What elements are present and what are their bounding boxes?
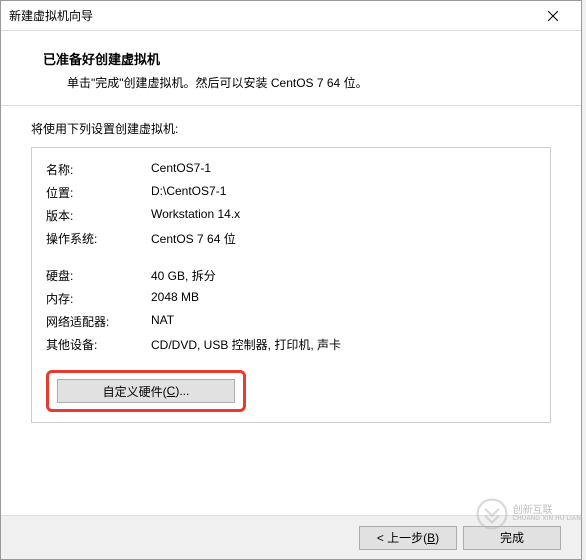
- row-label: 网络适配器:: [46, 313, 151, 330]
- row-value: Workstation 14.x: [151, 207, 240, 224]
- row-value: NAT: [151, 313, 174, 330]
- summary-row: 位置: D:\CentOS7-1: [46, 181, 536, 204]
- watermark-text: 创新互联 CHUANG XIN HU LIAN: [513, 505, 581, 523]
- window-title: 新建虚拟机向导: [9, 7, 93, 24]
- settings-summary-box: 名称: CentOS7-1 位置: D:\CentOS7-1 版本: Works…: [31, 147, 551, 423]
- watermark-logo-icon: [475, 497, 509, 531]
- btn-hotkey: C: [167, 384, 176, 398]
- btn-prefix: 自定义硬件(: [103, 383, 167, 400]
- content-area: 将使用下列设置创建虚拟机: 名称: CentOS7-1 位置: D:\CentO…: [1, 106, 581, 433]
- wizard-window: 新建虚拟机向导 已准备好创建虚拟机 单击"完成"创建虚拟机。然后可以安装 Cen…: [0, 0, 582, 560]
- customize-hardware-button[interactable]: 自定义硬件(C)...: [57, 379, 235, 403]
- spacer: [46, 250, 536, 264]
- titlebar: 新建虚拟机向导: [1, 1, 581, 31]
- row-value: D:\CentOS7-1: [151, 184, 226, 201]
- summary-row: 内存: 2048 MB: [46, 287, 536, 310]
- watermark-brand-cn: 创新互联: [513, 505, 581, 516]
- intro-text: 将使用下列设置创建虚拟机:: [31, 120, 551, 137]
- row-value: 2048 MB: [151, 290, 199, 307]
- header-section: 已准备好创建虚拟机 单击"完成"创建虚拟机。然后可以安装 CentOS 7 64…: [1, 31, 581, 105]
- page-subtitle: 单击"完成"创建虚拟机。然后可以安装 CentOS 7 64 位。: [43, 74, 539, 91]
- row-value: CD/DVD, USB 控制器, 打印机, 声卡: [151, 336, 341, 353]
- summary-row: 版本: Workstation 14.x: [46, 204, 536, 227]
- watermark-brand-en: CHUANG XIN HU LIAN: [513, 516, 581, 523]
- page-title: 已准备好创建虚拟机: [43, 49, 539, 68]
- row-label: 名称:: [46, 161, 151, 178]
- watermark: 创新互联 CHUANG XIN HU LIAN: [475, 497, 581, 531]
- row-value: CentOS 7 64 位: [151, 230, 236, 247]
- row-label: 操作系统:: [46, 230, 151, 247]
- summary-row: 其他设备: CD/DVD, USB 控制器, 打印机, 声卡: [46, 333, 536, 356]
- row-label: 位置:: [46, 184, 151, 201]
- row-value: 40 GB, 拆分: [151, 267, 216, 284]
- btn-prefix: < 上一步(: [377, 529, 427, 546]
- row-label: 其他设备:: [46, 336, 151, 353]
- summary-row: 网络适配器: NAT: [46, 310, 536, 333]
- btn-hotkey: B: [427, 531, 435, 545]
- summary-row: 名称: CentOS7-1: [46, 158, 536, 181]
- btn-suffix: )...: [175, 384, 189, 398]
- back-button[interactable]: < 上一步(B): [359, 526, 457, 550]
- close-button[interactable]: [533, 2, 573, 30]
- row-label: 内存:: [46, 290, 151, 307]
- row-value: CentOS7-1: [151, 161, 211, 178]
- btn-suffix: ): [435, 531, 439, 545]
- summary-row: 硬盘: 40 GB, 拆分: [46, 264, 536, 287]
- close-icon: [548, 11, 558, 21]
- row-label: 版本:: [46, 207, 151, 224]
- summary-row: 操作系统: CentOS 7 64 位: [46, 227, 536, 250]
- highlight-annotation: 自定义硬件(C)...: [46, 370, 246, 412]
- row-label: 硬盘:: [46, 267, 151, 284]
